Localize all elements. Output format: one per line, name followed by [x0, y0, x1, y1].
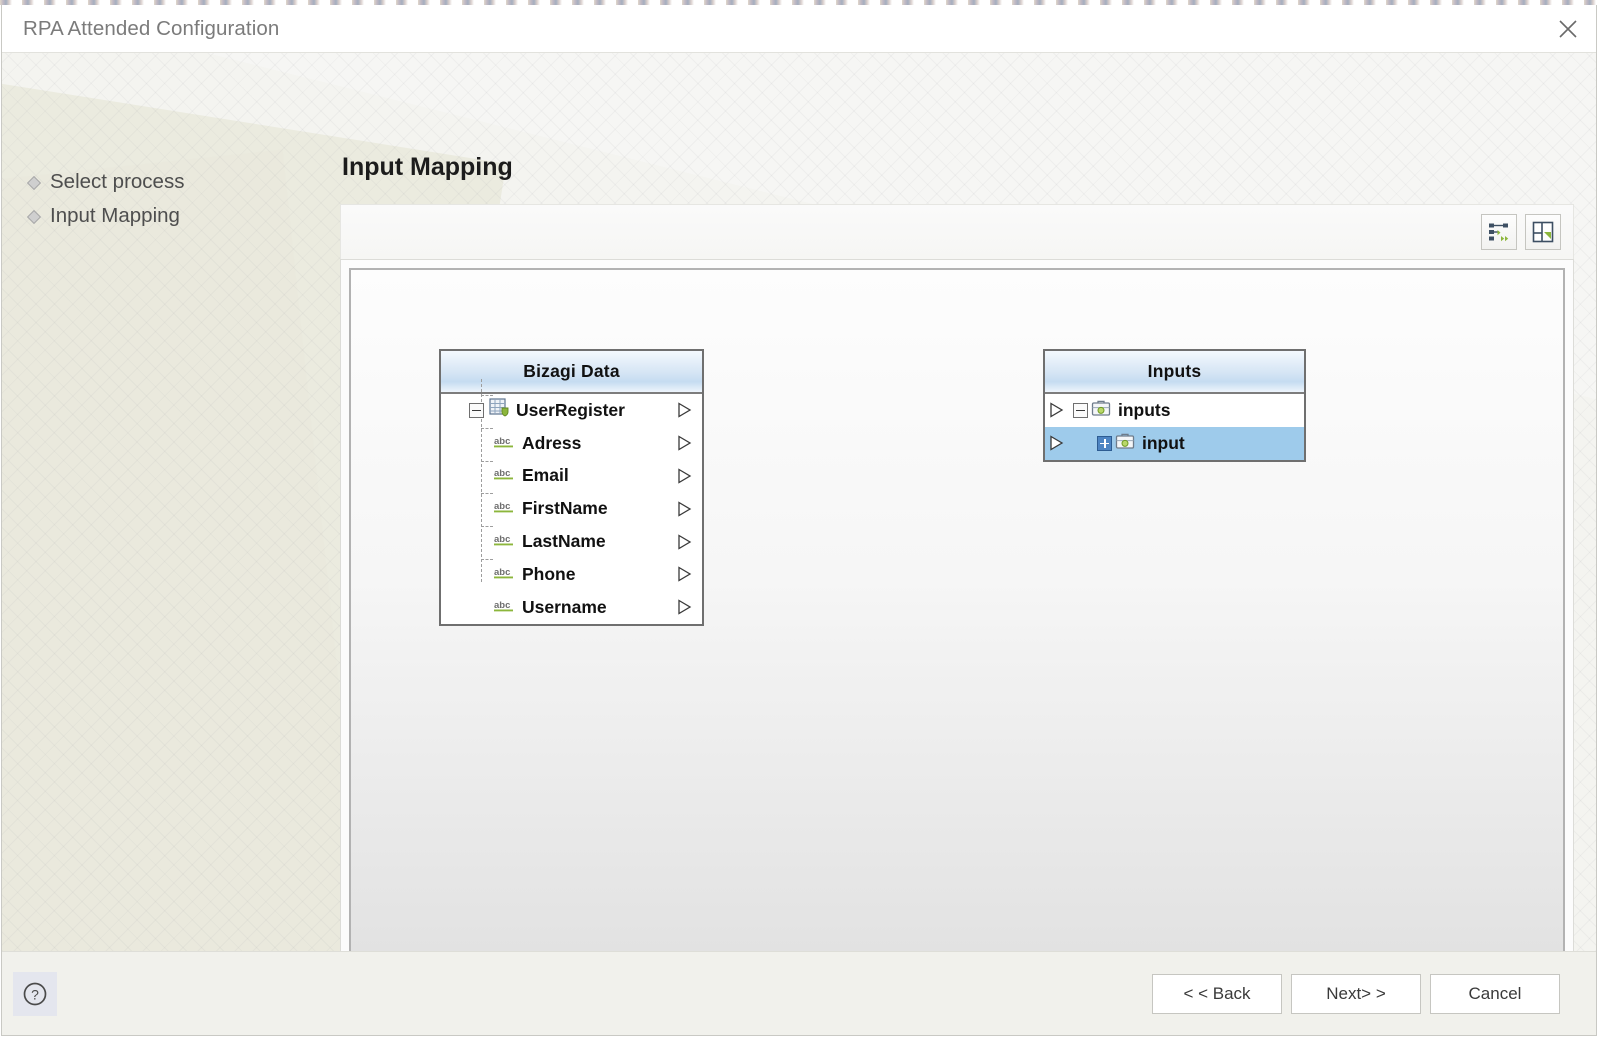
mapping-port-icon[interactable]	[1049, 402, 1064, 419]
svg-text:abc: abc	[494, 600, 510, 611]
svg-text:abc: abc	[494, 468, 510, 479]
mapping-port-icon[interactable]	[677, 599, 692, 615]
wizard-step-nav: Select process Input Mapping	[28, 165, 318, 233]
table-row[interactable]: inputs	[1045, 394, 1304, 427]
mapping-port-icon[interactable]	[677, 435, 692, 451]
row-label: UserRegister	[516, 399, 625, 420]
entity-table-icon	[489, 398, 509, 422]
table-row[interactable]: UserRegister	[441, 394, 702, 427]
row-label: Phone	[522, 563, 576, 584]
svg-text:?: ?	[31, 986, 39, 1002]
auto-map-icon	[1487, 220, 1511, 244]
main-content: Input Mapping Bizagi Data UserRegister a…	[340, 53, 1574, 951]
dialog-titlebar: RPA Attended Configuration	[2, 5, 1596, 53]
briefcase-icon	[1091, 399, 1112, 422]
table-row[interactable]: abc Email	[441, 460, 702, 493]
source-panel-title: Bizagi Data	[523, 361, 620, 381]
mapping-canvas[interactable]: Bizagi Data UserRegister abc Adress abc …	[349, 268, 1565, 951]
dialog-footer: ? < < Back Next> > Cancel	[2, 951, 1596, 1035]
svg-text:abc: abc	[494, 534, 510, 545]
mapping-port-icon[interactable]	[1049, 435, 1064, 451]
auto-map-button[interactable]	[1481, 214, 1517, 250]
target-panel-header: Inputs	[1045, 351, 1304, 394]
mapping-port-icon[interactable]	[677, 501, 692, 517]
diamond-bullet-icon	[28, 177, 39, 188]
abc-attribute-icon: abc	[493, 465, 515, 486]
target-panel-rows: inputs input	[1045, 394, 1304, 460]
wizard-button-group: < < Back Next> > Cancel	[1152, 973, 1560, 1014]
expander-collapse-icon[interactable]	[1073, 402, 1088, 418]
svg-text:abc: abc	[494, 436, 510, 447]
abc-attribute-icon: abc	[493, 433, 515, 454]
rpa-attended-configuration-dialog: RPA Attended Configuration Select proces…	[1, 5, 1597, 1036]
close-button[interactable]	[1540, 5, 1596, 52]
mapping-canvas-frame: Bizagi Data UserRegister abc Adress abc …	[340, 259, 1574, 951]
mapping-port-icon[interactable]	[677, 402, 692, 419]
row-label: inputs	[1118, 399, 1171, 420]
source-data-panel[interactable]: Bizagi Data UserRegister abc Adress abc …	[439, 349, 704, 626]
row-label: Email	[522, 465, 569, 486]
svg-text:abc: abc	[494, 567, 510, 578]
row-label: FirstName	[522, 498, 608, 519]
page-title: Input Mapping	[342, 153, 513, 181]
abc-attribute-icon: abc	[493, 597, 515, 618]
back-button[interactable]: < < Back	[1152, 973, 1282, 1014]
diamond-bullet-icon	[28, 211, 39, 222]
table-row[interactable]: abc Adress	[441, 427, 702, 460]
target-panel-title: Inputs	[1147, 361, 1202, 381]
source-panel-header: Bizagi Data	[441, 351, 702, 394]
briefcase-icon	[1115, 432, 1136, 455]
cancel-button[interactable]: Cancel	[1430, 973, 1560, 1014]
next-button[interactable]: Next> >	[1291, 973, 1421, 1014]
table-row[interactable]: abc Phone	[441, 558, 702, 591]
abc-attribute-icon: abc	[493, 531, 515, 552]
target-inputs-panel[interactable]: Inputs inputs input	[1043, 349, 1306, 462]
abc-attribute-icon: abc	[493, 564, 515, 585]
dialog-title: RPA Attended Configuration	[23, 16, 280, 40]
sidebar-item-label: Select process	[50, 170, 185, 193]
source-panel-rows: UserRegister abc Adress abc Email abc Fi…	[441, 379, 702, 624]
mapping-toolbar	[340, 204, 1574, 259]
abc-attribute-icon: abc	[493, 498, 515, 519]
table-row[interactable]: input	[1045, 426, 1304, 460]
table-row[interactable]: abc Username	[441, 591, 702, 624]
dialog-body: Select process Input Mapping Input Mappi…	[2, 53, 1596, 951]
mapping-port-icon[interactable]	[677, 566, 692, 583]
table-row[interactable]: abc FirstName	[441, 492, 702, 525]
expander-expand-icon[interactable]	[1097, 435, 1112, 451]
svg-text:abc: abc	[494, 501, 510, 512]
expander-collapse-icon[interactable]	[469, 402, 484, 418]
mapping-port-icon[interactable]	[677, 468, 692, 484]
help-question-icon: ?	[22, 981, 48, 1007]
help-button[interactable]: ?	[13, 971, 57, 1016]
sidebar-item-input-mapping[interactable]: Input Mapping	[28, 199, 318, 233]
table-row[interactable]: abc LastName	[441, 525, 702, 558]
arrange-layout-icon	[1531, 220, 1555, 244]
sidebar-item-label: Input Mapping	[50, 204, 180, 227]
row-label: LastName	[522, 531, 606, 552]
row-label: Username	[522, 596, 607, 617]
mapping-port-icon[interactable]	[677, 533, 692, 550]
close-icon	[1557, 18, 1579, 40]
row-label: Adress	[522, 432, 582, 453]
arrange-layout-button[interactable]	[1525, 214, 1561, 250]
sidebar-item-select-process[interactable]: Select process	[28, 165, 318, 199]
row-label: input	[1142, 432, 1185, 453]
